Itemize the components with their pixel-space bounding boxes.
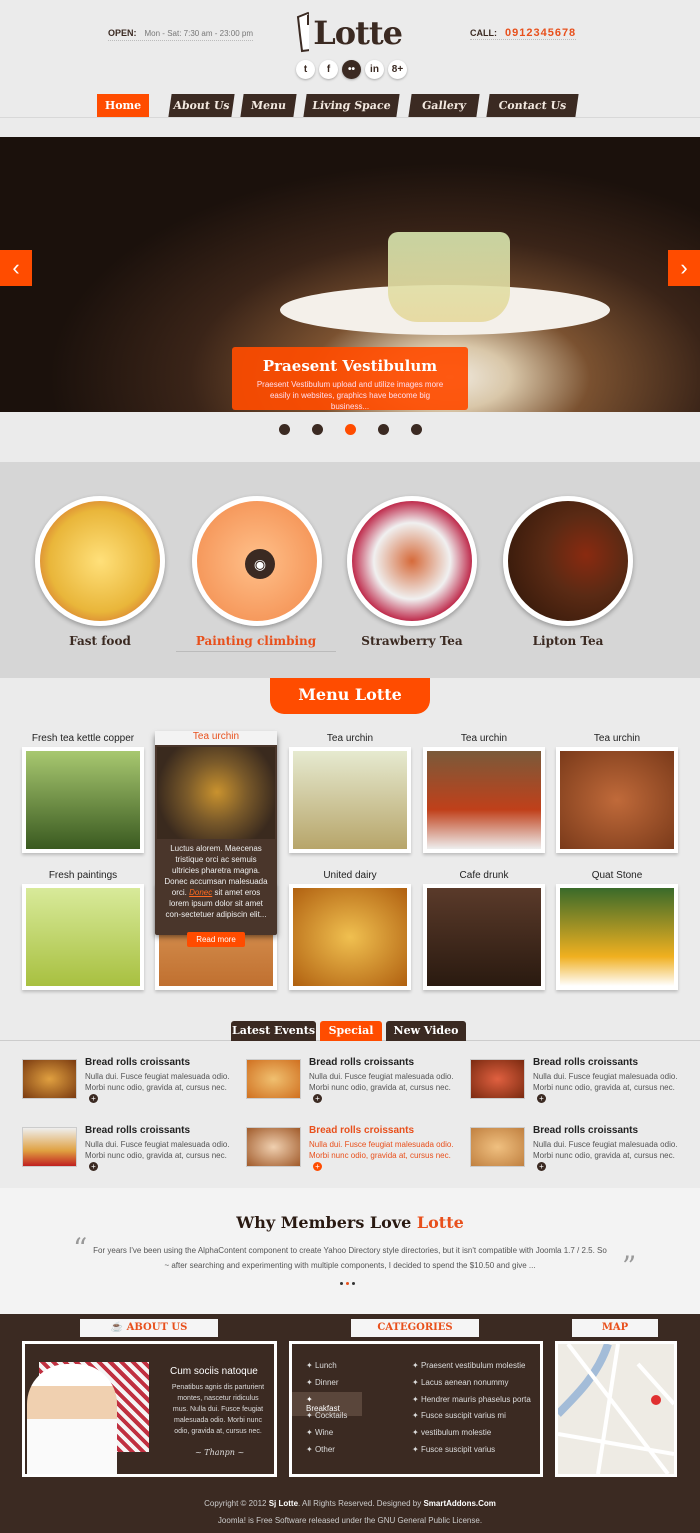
- map-box[interactable]: [555, 1341, 677, 1477]
- categories-box: ✦ Lunch ✦ Dinner ✦ Breakfast ✦ Cocktails…: [289, 1341, 543, 1477]
- tab-special[interactable]: Special: [320, 1021, 382, 1041]
- testimonials-heading: Why Members Love Lotte: [236, 1213, 464, 1232]
- category-cocktails[interactable]: ✦ Cocktails: [306, 1411, 347, 1420]
- category-link[interactable]: ✦ vestibulum molestie: [412, 1428, 491, 1437]
- featured-circles: ◉ Fast food Painting climbing Strawberry…: [0, 462, 700, 678]
- slider-pagination: [0, 424, 700, 435]
- menu-section-title: Menu Lotte: [270, 678, 430, 714]
- circle-label[interactable]: Strawberry Tea: [332, 634, 492, 648]
- twitter-icon[interactable]: t: [296, 60, 315, 79]
- category-link[interactable]: ✦ Hendrer mauris phaselus porta: [412, 1395, 531, 1404]
- slider-prev-arrow-icon[interactable]: ‹: [0, 250, 32, 286]
- menu-item[interactable]: Tea urchin: [289, 733, 411, 853]
- nav-home[interactable]: Home: [97, 94, 149, 117]
- tab-new-video[interactable]: New Video: [386, 1021, 466, 1041]
- plus-icon[interactable]: +: [313, 1162, 322, 1171]
- event-item-highlighted[interactable]: Bread rolls croissants Nulla dui. Fusce f…: [246, 1125, 461, 1171]
- phone-contact: CALL: 0912345678: [470, 27, 577, 40]
- category-link[interactable]: ✦ Lacus aenean nonummy: [412, 1378, 509, 1387]
- circle-image-fast-food[interactable]: [35, 496, 165, 626]
- circle-image-painting-climbing[interactable]: ◉: [192, 496, 322, 626]
- menu-item[interactable]: Tea urchin: [556, 733, 678, 853]
- category-link[interactable]: ✦ Fusce suscipit varius: [412, 1445, 495, 1454]
- plus-icon[interactable]: +: [313, 1094, 322, 1103]
- donec-link[interactable]: Donec: [189, 888, 212, 897]
- slider-dot[interactable]: [410, 424, 422, 435]
- slider-next-arrow-icon[interactable]: ›: [668, 250, 700, 286]
- plus-icon[interactable]: +: [89, 1162, 98, 1171]
- menu-item[interactable]: Cafe drunk: [423, 870, 545, 990]
- chef-logo-icon: [296, 11, 310, 53]
- event-item[interactable]: Bread rolls croissants Nulla dui. Fusce f…: [22, 1125, 237, 1171]
- linkedin-icon[interactable]: in: [365, 60, 384, 79]
- google-plus-icon[interactable]: 8+: [388, 60, 407, 79]
- menu-item[interactable]: Fresh paintings: [22, 870, 144, 990]
- eye-icon[interactable]: ◉: [245, 549, 275, 579]
- slide-text: Praesent Vestibulum upload and utilize i…: [256, 380, 444, 411]
- nav-menu[interactable]: Menu: [240, 94, 297, 117]
- circle-label[interactable]: Painting climbing: [176, 634, 336, 652]
- map-image: [555, 1342, 676, 1476]
- close-quote-icon: ”: [622, 1250, 637, 1283]
- slider-dot[interactable]: [278, 424, 290, 435]
- map-title: MAP: [572, 1319, 658, 1337]
- slider-dot[interactable]: [377, 424, 389, 435]
- category-link[interactable]: ✦ Fusce suscipit varius mi: [412, 1411, 506, 1420]
- main-nav: Home About Us Menu Living Space Gallery …: [0, 94, 700, 118]
- read-more-button[interactable]: Read more: [187, 932, 245, 947]
- logo[interactable]: Lotte: [292, 8, 403, 58]
- category-wine[interactable]: ✦ Wine: [306, 1428, 333, 1437]
- menu-item[interactable]: Quat Stone: [556, 870, 678, 990]
- slide-image-dessert: [388, 232, 510, 322]
- nav-living-space[interactable]: Living Space: [303, 94, 400, 117]
- menu-item-hover-card[interactable]: Tea urchin Luctus alorem. Maecenas trist…: [155, 731, 277, 935]
- plus-icon[interactable]: +: [537, 1162, 546, 1171]
- opening-hours: OPEN: Mon - Sat: 7:30 am - 23:00 pm: [108, 28, 254, 41]
- menu-item[interactable]: Tea urchin: [423, 733, 545, 853]
- menu-item[interactable]: Fresh tea kettle copper: [22, 733, 144, 853]
- event-item[interactable]: Bread rolls croissants Nulla dui. Fusce f…: [470, 1057, 685, 1103]
- about-us-title: ☕ ABOUT US: [80, 1319, 218, 1337]
- circle-image-strawberry-tea[interactable]: [347, 496, 477, 626]
- nav-gallery[interactable]: Gallery: [408, 94, 480, 117]
- copyright: Copyright © 2012 Sj Lotte. All Rights Re…: [204, 1499, 496, 1525]
- category-other[interactable]: ✦ Other: [306, 1445, 335, 1454]
- plus-icon[interactable]: +: [89, 1094, 98, 1103]
- categories-title: CATEGORIES: [351, 1319, 479, 1337]
- event-item[interactable]: Bread rolls croissants Nulla dui. Fusce f…: [246, 1057, 461, 1103]
- content-tabs: Latest Events Special New Video: [0, 1021, 700, 1041]
- slide-caption: Praesent Vestibulum Praesent Vestibulum …: [232, 347, 468, 411]
- menu-item[interactable]: United dairy: [289, 870, 411, 990]
- signature: ~ Thanpn ~: [195, 1448, 245, 1457]
- plus-icon[interactable]: +: [537, 1094, 546, 1103]
- testimonial-text: For years I've been using the AlphaConte…: [93, 1246, 607, 1270]
- slider-dot-active[interactable]: [344, 424, 356, 435]
- circle-label[interactable]: Fast food: [20, 634, 180, 648]
- category-link[interactable]: ✦ Praesent vestibulum molestie: [412, 1361, 525, 1370]
- tab-latest-events[interactable]: Latest Events: [231, 1021, 316, 1041]
- about-us-box: Cum sociis natoque Penatibus agnis dis p…: [22, 1341, 277, 1477]
- chef-photo: [27, 1364, 117, 1474]
- slide-title: Praesent Vestibulum: [262, 357, 438, 375]
- category-lunch[interactable]: ✦ Lunch: [306, 1361, 337, 1370]
- nav-about-us[interactable]: About Us: [168, 94, 235, 117]
- testimonials: Why Members Love Lotte “ For years I've …: [0, 1188, 700, 1314]
- event-item[interactable]: Bread rolls croissants Nulla dui. Fusce f…: [22, 1057, 237, 1103]
- facebook-icon[interactable]: f: [319, 60, 338, 79]
- slider-dot[interactable]: [311, 424, 323, 435]
- testimonial-pagination: [340, 1282, 355, 1285]
- event-item[interactable]: Bread rolls croissants Nulla dui. Fusce f…: [470, 1125, 685, 1171]
- social-links: t f •• in 8+: [296, 60, 407, 79]
- circle-label[interactable]: Lipton Tea: [488, 634, 648, 648]
- circle-image-lipton-tea[interactable]: [503, 496, 633, 626]
- nav-contact-us[interactable]: Contact Us: [486, 94, 579, 117]
- teapot-image: [157, 747, 275, 839]
- category-dinner[interactable]: ✦ Dinner: [306, 1378, 339, 1387]
- flickr-icon[interactable]: ••: [342, 60, 361, 79]
- menu-item-title: Tea urchin: [155, 731, 277, 745]
- open-quote-icon: “: [73, 1232, 88, 1265]
